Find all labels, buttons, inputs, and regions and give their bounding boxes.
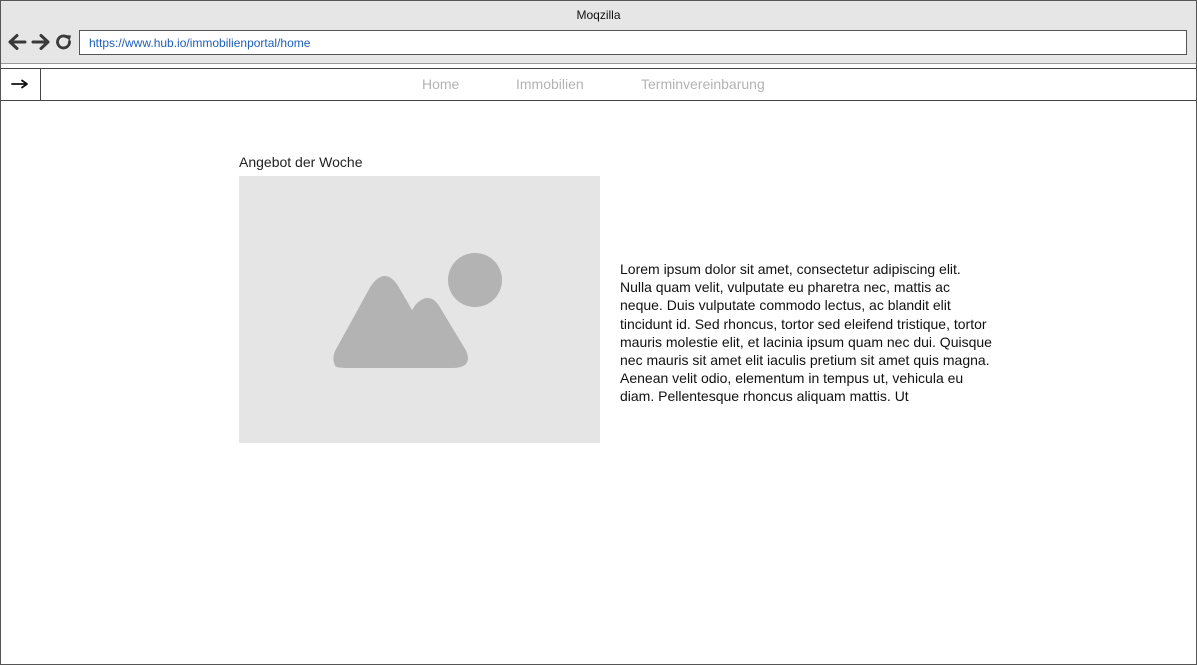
back-button[interactable] <box>7 32 27 52</box>
browser-window: Moqzilla Home Immobilien Terminve <box>0 0 1197 665</box>
nav-link-home[interactable]: Home <box>422 76 459 92</box>
reload-button[interactable] <box>54 32 74 52</box>
arrow-right-icon <box>11 79 28 89</box>
reload-icon <box>56 34 71 50</box>
offer-description: Lorem ipsum dolor sit amet, consectetur … <box>620 261 992 405</box>
browser-toolbar: Moqzilla <box>1 1 1196 64</box>
menu-toggle-button[interactable] <box>1 69 41 100</box>
offer-heading: Angebot der Woche <box>239 154 363 170</box>
forward-button[interactable] <box>31 32 51 52</box>
offer-image <box>239 176 600 443</box>
image-placeholder-icon <box>333 253 502 368</box>
window-title: Moqzilla <box>576 8 621 22</box>
arrow-right-icon <box>31 34 50 50</box>
nav-link-immobilien[interactable]: Immobilien <box>516 76 584 92</box>
app-navbar: Home Immobilien Terminvereinbarung <box>1 68 1196 101</box>
address-bar[interactable] <box>79 30 1187 55</box>
arrow-left-icon <box>8 34 27 50</box>
nav-link-terminvereinbarung[interactable]: Terminvereinbarung <box>641 76 765 92</box>
